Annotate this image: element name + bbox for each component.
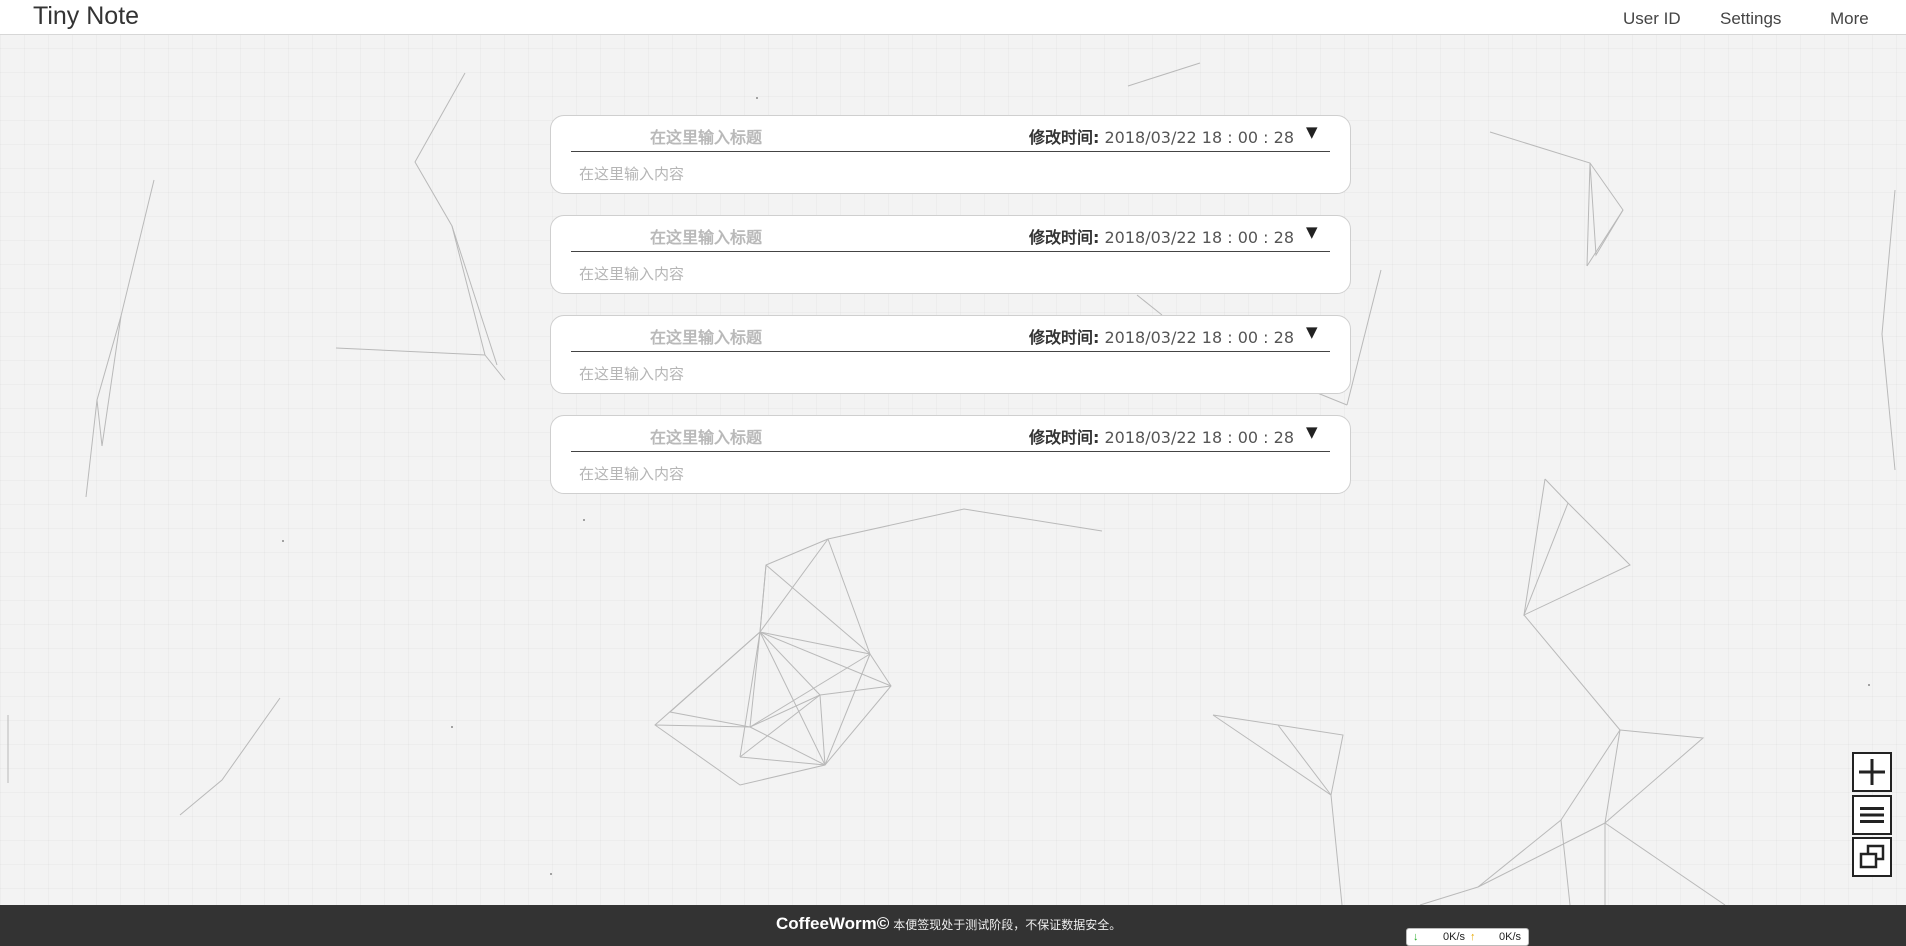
time-label: 修改时间:	[1029, 328, 1100, 347]
note-modified-time: 修改时间: 2018/03/22 18 : 00 : 28	[1029, 324, 1294, 348]
note-title-input[interactable]: 在这里输入标题	[650, 424, 762, 448]
note-content-input[interactable]: 在这里输入内容	[579, 163, 684, 184]
note-title-input[interactable]: 在这里输入标题	[650, 124, 762, 148]
time-label: 修改时间:	[1029, 228, 1100, 247]
download-speed: 0K/s	[1443, 931, 1466, 943]
note-content-input[interactable]: 在这里输入内容	[579, 463, 684, 484]
note-title-input[interactable]: 在这里输入标题	[650, 224, 762, 248]
nav-user-id[interactable]: User ID	[1623, 9, 1681, 29]
divider	[571, 251, 1330, 252]
window-restore-icon	[1859, 844, 1885, 869]
note-card: 在这里输入标题 修改时间: 2018/03/22 18 : 00 : 28 ▼ …	[550, 415, 1351, 494]
divider	[571, 451, 1330, 452]
nav-more[interactable]: More	[1830, 9, 1869, 29]
note-modified-time: 修改时间: 2018/03/22 18 : 00 : 28	[1029, 124, 1294, 148]
note-expand-toggle[interactable]: ▼	[1306, 223, 1318, 241]
note-card: 在这里输入标题 修改时间: 2018/03/22 18 : 00 : 28 ▼ …	[550, 315, 1351, 394]
note-title-input[interactable]: 在这里输入标题	[650, 324, 762, 348]
footer-note: 本便签现处于测试阶段，不保证数据安全。	[893, 918, 1122, 932]
menu-icon	[1860, 807, 1884, 823]
note-expand-toggle[interactable]: ▼	[1306, 423, 1318, 441]
footer-text: CoffeeWorm© 本便签现处于测试阶段，不保证数据安全。	[776, 914, 1121, 934]
footer-brand: CoffeeWorm©	[776, 914, 890, 933]
plus-icon	[1859, 759, 1885, 785]
note-expand-toggle[interactable]: ▼	[1306, 323, 1318, 341]
list-view-button[interactable]	[1852, 795, 1892, 835]
note-modified-time: 修改时间: 2018/03/22 18 : 00 : 28	[1029, 424, 1294, 448]
add-note-button[interactable]	[1852, 752, 1892, 792]
time-value: 2018/03/22 18 : 00 : 28	[1104, 128, 1295, 147]
network-speed-widget: ↓ 0K/s ↑ 0K/s	[1406, 928, 1529, 946]
time-label: 修改时间:	[1029, 428, 1100, 447]
note-card: 在这里输入标题 修改时间: 2018/03/22 18 : 00 : 28 ▼ …	[550, 115, 1351, 194]
time-value: 2018/03/22 18 : 00 : 28	[1104, 428, 1295, 447]
window-mode-button[interactable]	[1852, 837, 1892, 877]
note-modified-time: 修改时间: 2018/03/22 18 : 00 : 28	[1029, 224, 1294, 248]
time-label: 修改时间:	[1029, 128, 1100, 147]
note-content-input[interactable]: 在这里输入内容	[579, 263, 684, 284]
footer: CoffeeWorm© 本便签现处于测试阶段，不保证数据安全。	[0, 905, 1906, 946]
nav-settings[interactable]: Settings	[1720, 9, 1781, 29]
divider	[571, 151, 1330, 152]
upload-speed: 0K/s	[1499, 931, 1522, 943]
time-value: 2018/03/22 18 : 00 : 28	[1104, 328, 1295, 347]
top-navbar: Tiny Note User ID Settings More	[0, 0, 1906, 35]
app-brand[interactable]: Tiny Note	[33, 2, 139, 31]
arrow-down-icon: ↓	[1413, 931, 1419, 943]
note-expand-toggle[interactable]: ▼	[1306, 123, 1318, 141]
time-value: 2018/03/22 18 : 00 : 28	[1104, 228, 1295, 247]
note-content-input[interactable]: 在这里输入内容	[579, 363, 684, 384]
divider	[571, 351, 1330, 352]
arrow-up-icon: ↑	[1470, 931, 1476, 943]
note-card: 在这里输入标题 修改时间: 2018/03/22 18 : 00 : 28 ▼ …	[550, 215, 1351, 294]
